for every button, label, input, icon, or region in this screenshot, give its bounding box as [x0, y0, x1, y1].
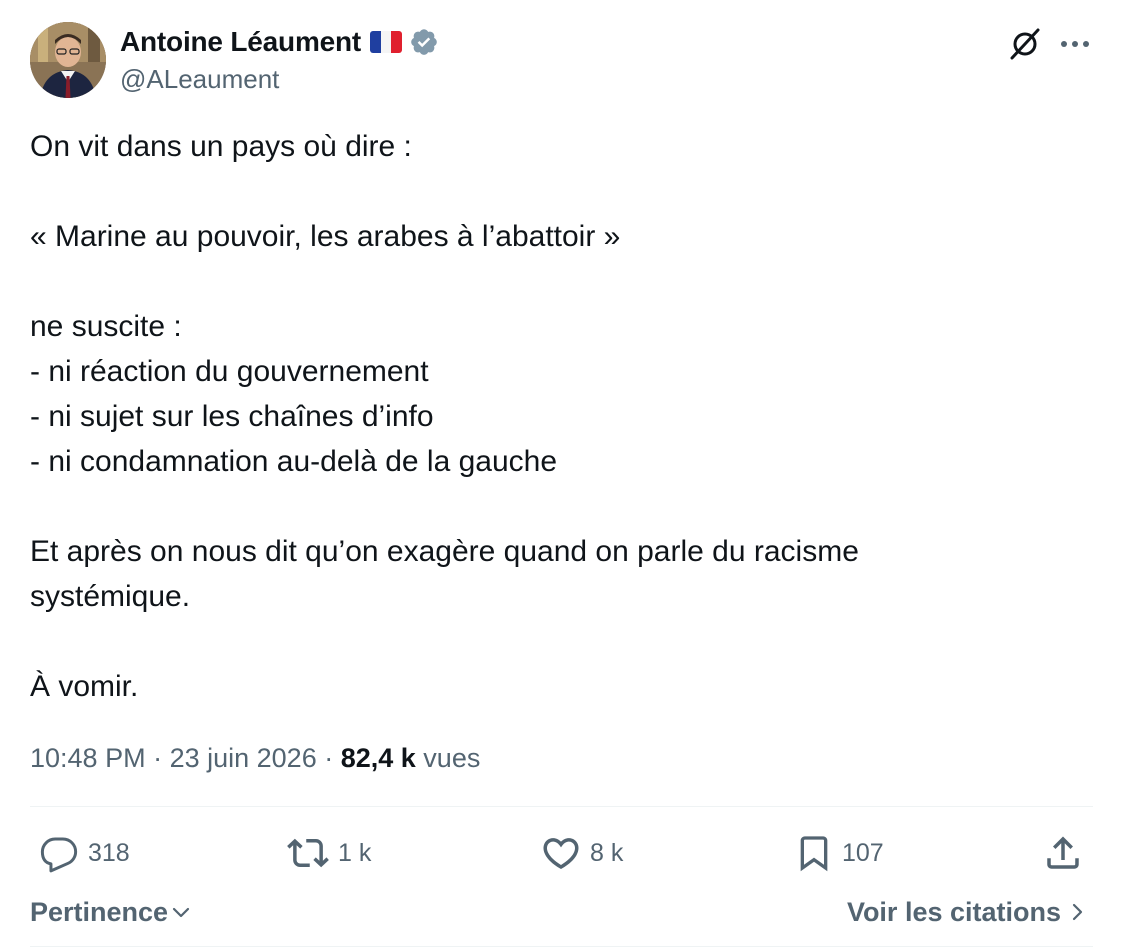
views-count: 82,4 k [340, 743, 416, 773]
tweet-meta: 10:48 PM · 23 juin 2026 · 82,4 k vues [30, 738, 480, 778]
action-bar: 318 1 k 8 k 107 [30, 828, 1093, 878]
bookmark-count: 107 [842, 838, 884, 867]
tweet-blank-line [30, 619, 1090, 664]
author-display-name[interactable]: Antoine Léaument [120, 26, 361, 58]
author-handle[interactable]: @ALeaument [120, 64, 439, 95]
meta-separator: · [145, 743, 170, 773]
avatar[interactable] [30, 22, 106, 98]
repost-icon [287, 838, 329, 868]
tweet-line: systémique. [30, 580, 191, 613]
share-button[interactable] [1042, 828, 1084, 878]
tweet-line: À vomir. [30, 670, 139, 703]
tweet-line: « Marine au pouvoir, les arabes à l’abat… [30, 220, 621, 253]
tweet-line: ne suscite : [30, 310, 182, 343]
sort-label: Pertinence [30, 896, 169, 927]
meta-separator: · [316, 743, 341, 773]
view-quotes-label: Voir les citations [846, 896, 1061, 927]
tweet-blank-line [30, 169, 1090, 214]
more-options-icon[interactable] [1055, 24, 1095, 64]
tweet-detail: Antoine Léaument @ALeaument On vit dans … [0, 0, 1123, 950]
bookmark-button[interactable]: 107 [794, 828, 884, 878]
sort-dropdown[interactable]: Pertinence [30, 892, 192, 932]
heart-icon [543, 838, 579, 870]
replies-toolbar: Pertinence Voir les citations [30, 892, 1093, 932]
view-quotes-link[interactable]: Voir les citations [847, 892, 1087, 932]
tweet-header: Antoine Léaument @ALeaument [30, 22, 1095, 100]
tweet-time[interactable]: 10:48 PM [30, 743, 146, 773]
reply-icon [40, 837, 78, 873]
tweet-line: Et après on nous dit qu’on exagère quand… [30, 535, 859, 568]
grok-icon[interactable] [1005, 24, 1045, 64]
share-icon [1047, 836, 1079, 869]
chevron-right-icon [1072, 903, 1083, 921]
like-button[interactable]: 8 k [540, 828, 623, 878]
reply-button[interactable]: 318 [38, 828, 130, 878]
tweet-date[interactable]: 23 juin 2026 [170, 743, 317, 773]
tweet-line: - ni sujet sur les chaînes d’info [30, 400, 434, 433]
reply-count: 318 [88, 838, 130, 867]
tweet-blank-line [30, 259, 1090, 304]
repost-button[interactable]: 1 k [286, 828, 371, 878]
tweet-line: - ni condamnation au-delà de la gauche [30, 445, 558, 478]
views-label: vues [415, 743, 481, 773]
tweet-text: On vit dans un pays où dire : « Marine a… [30, 124, 1090, 709]
france-flag-icon [370, 31, 403, 53]
like-count: 8 k [590, 838, 624, 867]
divider [30, 806, 1093, 807]
verified-badge-icon [409, 27, 439, 57]
author-block: Antoine Léaument @ALeaument [120, 24, 439, 95]
tweet-line: On vit dans un pays où dire : [30, 130, 412, 163]
tweet-line: - ni réaction du gouvernement [30, 355, 429, 388]
bookmark-icon [800, 836, 828, 872]
repost-count: 1 k [338, 838, 372, 867]
tweet-blank-line [30, 484, 1090, 529]
divider [30, 946, 1093, 947]
chevron-down-icon [172, 907, 190, 918]
name-row: Antoine Léaument [120, 24, 439, 60]
